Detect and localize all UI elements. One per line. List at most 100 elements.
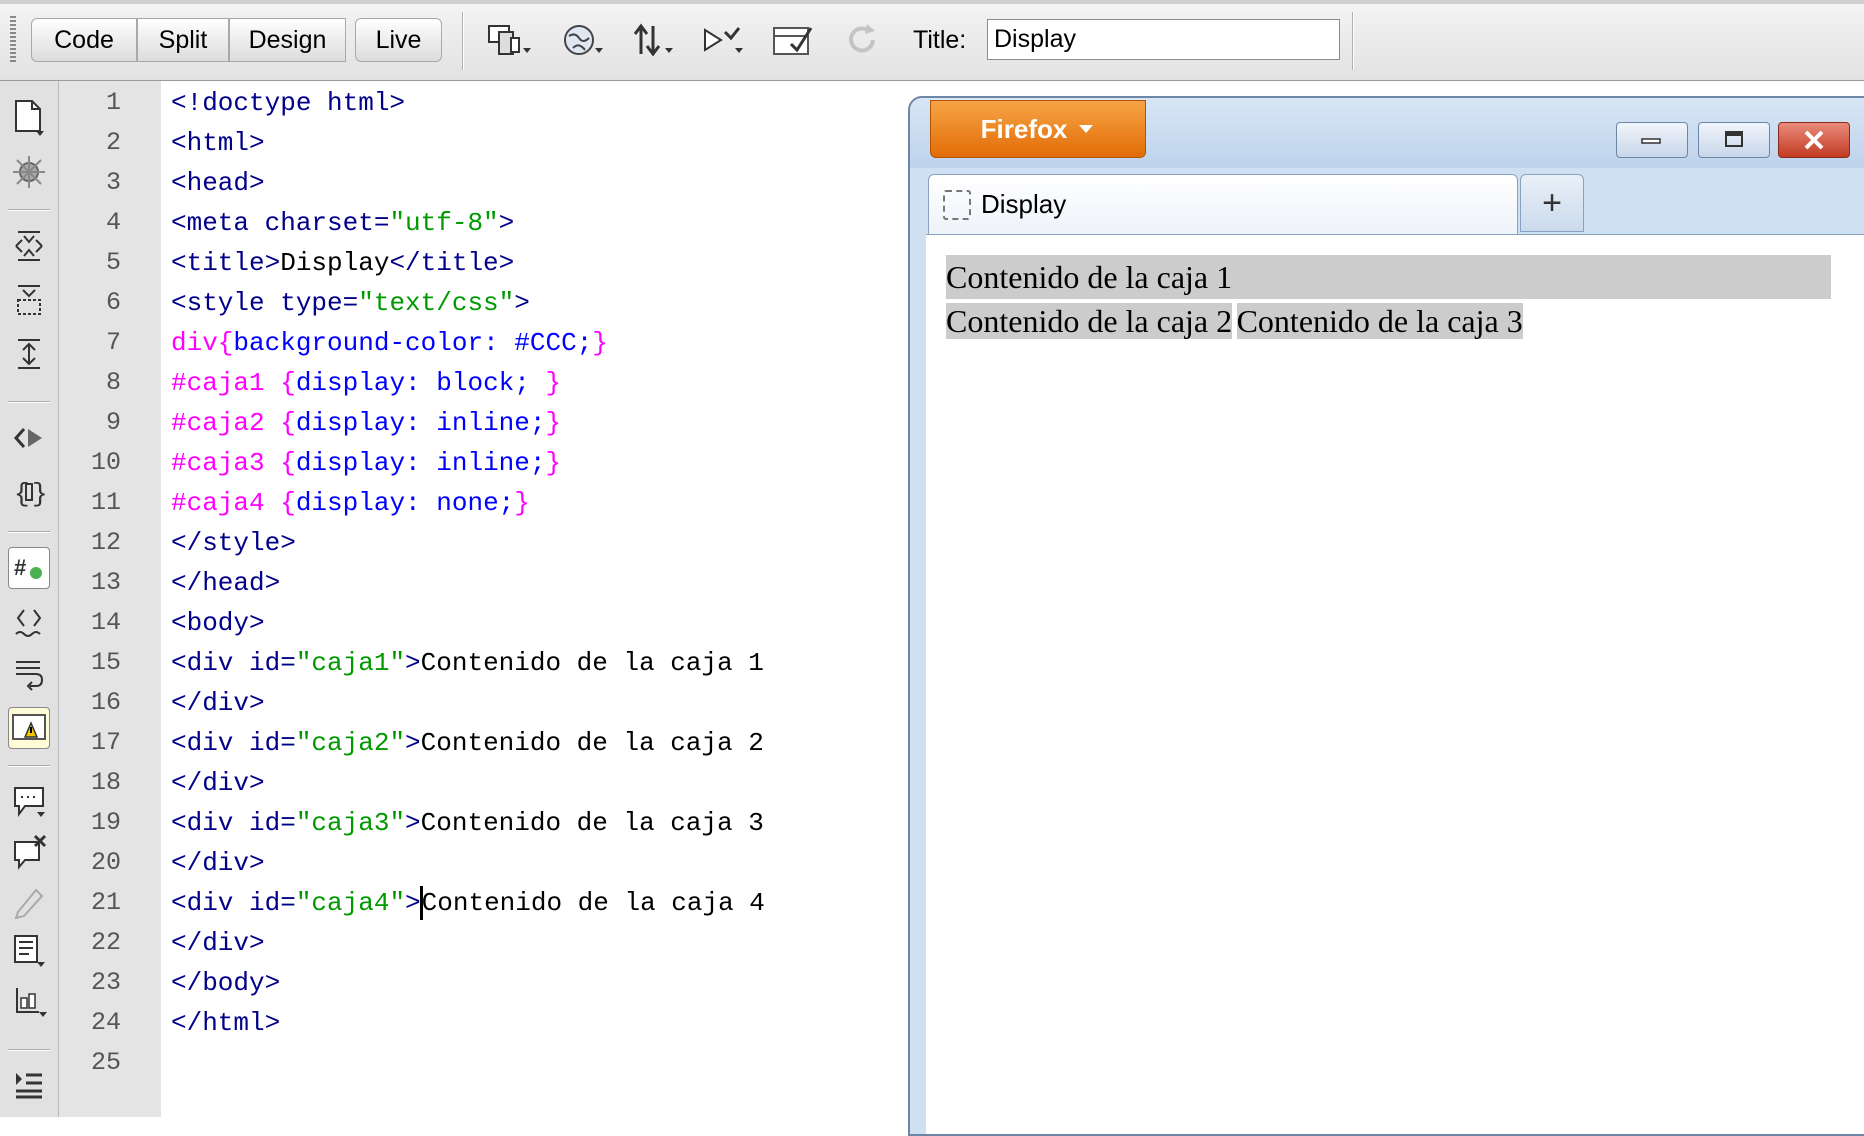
line-number: 20	[90, 848, 121, 877]
file-transfer-icon[interactable]	[630, 20, 676, 60]
line-number: 18	[90, 768, 121, 797]
line-number: 3	[105, 168, 121, 197]
new-tab-button[interactable]: +	[1520, 174, 1584, 232]
firefox-menu-button[interactable]: Firefox	[930, 100, 1146, 158]
minimize-button[interactable]	[1616, 122, 1688, 158]
line-numbers-icon[interactable]: #	[8, 547, 50, 589]
collapse-tag-icon[interactable]	[8, 225, 50, 267]
line-number: 1	[105, 88, 121, 117]
document-toolbar: Code Split Design Live Title:	[0, 0, 1864, 81]
browser-tab-label: Display	[981, 189, 1067, 219]
line-number-gutter: 1 2 3 4 5 6 7 8 9 10 11 12 13 14 15 16 17 18 19 20 21 22 23 24 2…	[59, 81, 161, 1117]
line-number: 15	[90, 648, 121, 677]
line-number: 12	[90, 528, 121, 557]
code-line[interactable]: <div id="caja3">Contenido de la caja 3	[171, 803, 764, 843]
open-documents-icon[interactable]	[8, 97, 50, 139]
apply-comment-icon[interactable]	[8, 781, 50, 823]
code-line[interactable]: </div>	[171, 763, 265, 803]
line-number: 23	[90, 968, 121, 997]
close-button[interactable]	[1778, 122, 1850, 158]
minimize-icon	[1641, 138, 1661, 144]
tools-separator	[8, 401, 50, 403]
code-line[interactable]: </head>	[171, 563, 280, 603]
caja1-box: Contenido de la caja 1	[946, 255, 1831, 299]
multiscreen-icon[interactable]	[486, 20, 532, 60]
move-css-icon[interactable]	[8, 981, 50, 1023]
preview-globe-icon[interactable]	[560, 20, 606, 60]
syntax-error-alerts-icon[interactable]	[8, 707, 50, 749]
collapse-selection-icon[interactable]	[8, 279, 50, 321]
expand-all-icon[interactable]	[8, 333, 50, 375]
title-input[interactable]	[987, 19, 1340, 60]
word-wrap-icon[interactable]	[8, 653, 50, 695]
tools-separator	[8, 765, 50, 767]
line-number: 4	[105, 208, 121, 237]
line-number: 9	[105, 408, 121, 437]
browser-content: Contenido de la caja 1 Contenido de la c…	[926, 234, 1864, 1134]
code-line[interactable]: </div>	[171, 923, 265, 963]
line-number: 17	[90, 728, 121, 757]
code-line[interactable]: #caja3 {display: inline;}	[171, 443, 561, 483]
code-line[interactable]: <body>	[171, 603, 265, 643]
line-number: 11	[90, 488, 121, 517]
code-line[interactable]: #caja1 {display: block; }	[171, 363, 561, 403]
line-number: 21	[90, 888, 121, 917]
select-parent-tag-icon[interactable]	[8, 417, 50, 459]
code-line[interactable]: <meta charset="utf-8">	[171, 203, 514, 243]
code-line[interactable]: </body>	[171, 963, 280, 1003]
code-line[interactable]: <!doctype html>	[171, 83, 405, 123]
code-line[interactable]: #caja4 {display: none;}	[171, 483, 530, 523]
code-line[interactable]: <div id="caja4">Contenido de la caja 4	[171, 883, 765, 923]
debug-icon[interactable]	[700, 20, 746, 60]
line-number: 19	[90, 808, 121, 837]
code-line[interactable]: <div id="caja2">Contenido de la caja 2	[171, 723, 764, 763]
code-line[interactable]: <style type="text/css">	[171, 283, 530, 323]
code-line[interactable]: <html>	[171, 123, 265, 163]
snippets-icon[interactable]	[8, 151, 50, 193]
tools-separator	[8, 531, 50, 533]
design-view-button[interactable]: Design	[229, 18, 346, 62]
validate-icon[interactable]	[770, 20, 816, 60]
toolbar-grip[interactable]	[10, 16, 16, 62]
close-icon	[1804, 130, 1824, 150]
balance-braces-icon[interactable]: {}	[8, 471, 50, 513]
code-line[interactable]: <title>Display</title>	[171, 243, 514, 283]
maximize-icon	[1725, 131, 1743, 147]
maximize-button[interactable]	[1698, 122, 1770, 158]
code-line[interactable]: </div>	[171, 843, 265, 883]
line-number: 14	[90, 608, 121, 637]
toolbar-separator	[1352, 12, 1354, 70]
inline-boxes-line: Contenido de la caja 2 Contenido de la c…	[946, 299, 1523, 343]
highlight-invalid-code-icon[interactable]	[8, 601, 50, 643]
remove-comment-icon[interactable]	[8, 831, 50, 873]
line-number: 8	[105, 368, 121, 397]
recent-snippets-icon[interactable]	[8, 931, 50, 973]
chevron-down-icon	[1079, 125, 1094, 133]
code-line[interactable]: </style>	[171, 523, 296, 563]
code-editor[interactable]: <!doctype html> <html> <head> <meta charset…	[161, 81, 921, 1117]
toolbar-separator	[462, 12, 464, 70]
line-number: 5	[105, 248, 121, 277]
live-view-button[interactable]: Live	[355, 18, 442, 62]
line-number: 22	[90, 928, 121, 957]
wrap-tag-icon[interactable]	[8, 881, 50, 923]
firefox-window: Firefox Display + Contenido de la caja 1…	[908, 96, 1864, 1136]
indent-code-icon[interactable]	[8, 1063, 50, 1105]
line-number: 7	[105, 328, 121, 357]
line-number: 2	[105, 128, 121, 157]
refresh-icon[interactable]	[840, 20, 886, 60]
browser-tab[interactable]: Display	[928, 174, 1518, 234]
line-number: 25	[90, 1048, 121, 1077]
code-line[interactable]: div{background-color: #CCC;}	[171, 323, 608, 363]
caja3-box: Contenido de la caja 3	[1236, 303, 1523, 339]
code-line[interactable]: </div>	[171, 683, 265, 723]
split-view-button[interactable]: Split	[137, 18, 229, 62]
title-label: Title:	[913, 26, 967, 54]
code-line[interactable]: </html>	[171, 1003, 280, 1043]
code-line[interactable]: <div id="caja1">Contenido de la caja 1	[171, 643, 764, 683]
line-number: 6	[105, 288, 121, 317]
svg-text:}: }	[32, 479, 46, 509]
code-view-button[interactable]: Code	[31, 18, 137, 62]
code-line[interactable]: #caja2 {display: inline;}	[171, 403, 561, 443]
code-line[interactable]: <head>	[171, 163, 265, 203]
